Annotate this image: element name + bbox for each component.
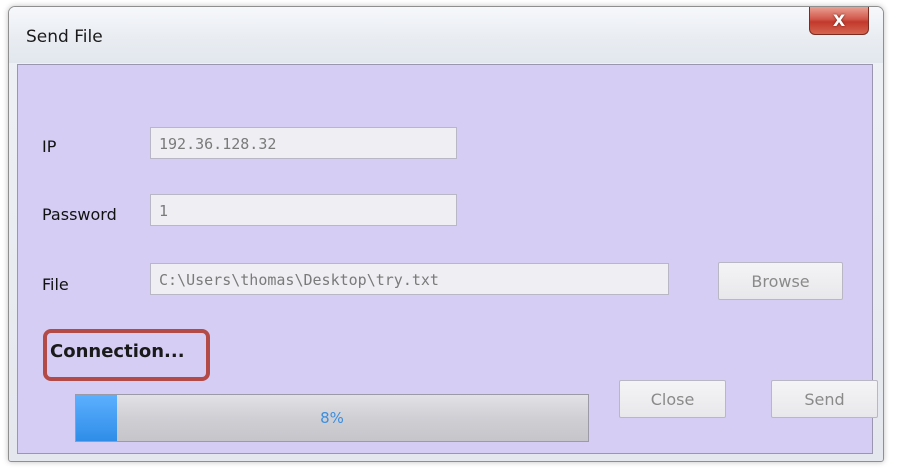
progress-label: 8%	[320, 409, 344, 427]
close-icon: X	[832, 11, 846, 30]
progress-bar: 8%	[75, 394, 589, 442]
password-field[interactable]: 1	[150, 194, 457, 226]
password-label: Password	[42, 205, 117, 224]
dialog-content: IP 192.36.128.32 Password 1 File C:\User…	[17, 64, 878, 454]
file-label: File	[42, 275, 69, 294]
browse-button[interactable]: Browse	[718, 262, 843, 300]
file-path-field[interactable]: C:\Users\thomas\Desktop\try.txt	[150, 263, 669, 295]
send-button[interactable]: Send	[771, 380, 878, 418]
send-file-dialog: Send File X IP 192.36.128.32 Password 1 …	[8, 6, 884, 462]
window-close-button[interactable]: X	[809, 7, 869, 35]
title-bar[interactable]: Send File X	[9, 7, 883, 63]
close-button[interactable]: Close	[619, 380, 726, 418]
connection-status: Connection...	[50, 341, 185, 362]
ip-label: IP	[42, 137, 57, 156]
ip-field[interactable]: 192.36.128.32	[150, 127, 457, 159]
window-title: Send File	[26, 27, 103, 47]
